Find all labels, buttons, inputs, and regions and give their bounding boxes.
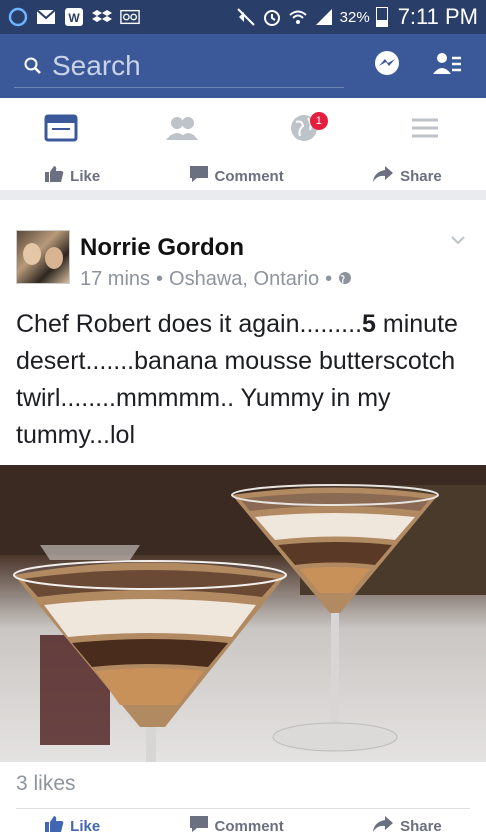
- tab-bar: 1: [0, 98, 486, 164]
- share-button[interactable]: Share: [372, 165, 442, 187]
- comment-icon: [189, 165, 209, 187]
- mail-icon: [36, 7, 56, 27]
- like-button[interactable]: Like: [44, 165, 100, 187]
- search-bar: Search: [0, 34, 486, 98]
- tab-notifications[interactable]: 1: [274, 106, 334, 156]
- comment-button[interactable]: Comment: [189, 165, 284, 187]
- voicemail-icon: [120, 7, 140, 27]
- thumbs-up-icon: [44, 165, 64, 187]
- wifi-icon: [288, 7, 308, 27]
- friend-requests-icon[interactable]: [432, 50, 462, 83]
- share-icon: [372, 815, 394, 837]
- dropbox-icon: [92, 7, 112, 27]
- signal-icon: [314, 7, 334, 27]
- battery-percent: 32%: [339, 8, 370, 26]
- news-feed-icon: [44, 114, 78, 147]
- avatar[interactable]: [16, 230, 70, 284]
- tab-news-feed[interactable]: [31, 106, 91, 156]
- post-location[interactable]: Oshawa, Ontario: [169, 268, 319, 291]
- share-icon: [372, 165, 394, 187]
- friends-icon: [165, 115, 199, 146]
- like-button[interactable]: Like: [44, 814, 100, 838]
- thumbs-up-icon: [44, 815, 64, 837]
- chevron-down-icon[interactable]: [450, 232, 466, 250]
- post-header: Norrie Gordon 17 mins • Oshawa, Ontario …: [16, 230, 352, 291]
- nfc-mute-icon: [236, 7, 256, 27]
- dessert-image: [0, 465, 486, 762]
- divider: [16, 808, 470, 809]
- post-text-emphasis: 5: [362, 310, 376, 338]
- post-actions: Like Comment Share: [0, 814, 486, 838]
- like-label: Like: [70, 817, 101, 835]
- post-text-part: Chef Robert does it again.........: [16, 310, 363, 338]
- search-icon: [24, 50, 42, 82]
- alarm-icon: [262, 7, 282, 27]
- comment-label: Comment: [214, 167, 284, 185]
- post-meta: 17 mins • Oshawa, Ontario •: [80, 268, 352, 291]
- post-text: Chef Robert does it again.........5 minu…: [16, 306, 471, 454]
- feed-post: Norrie Gordon 17 mins • Oshawa, Ontario …: [0, 200, 486, 838]
- battery-icon: [375, 7, 388, 27]
- previous-post-actions: Like Comment Share: [0, 162, 486, 190]
- public-globe-icon: [338, 268, 352, 291]
- post-author[interactable]: Norrie Gordon: [80, 234, 352, 262]
- meta-separator: •: [156, 268, 164, 290]
- status-bar: W 32% 7:11 PM: [0, 0, 486, 34]
- notification-badge: 1: [309, 111, 328, 130]
- svg-text:W: W: [68, 11, 80, 25]
- app-icon: [8, 7, 28, 27]
- comment-button[interactable]: Comment: [189, 814, 284, 838]
- meta-separator: •: [325, 268, 333, 290]
- likes-count[interactable]: 3 likes: [16, 772, 76, 796]
- comment-label: Comment: [214, 817, 284, 835]
- menu-icon: [410, 116, 440, 145]
- clock: 7:11 PM: [397, 4, 478, 29]
- share-label: Share: [400, 167, 442, 185]
- share-label: Share: [400, 817, 442, 835]
- search-input[interactable]: Search: [14, 44, 344, 88]
- like-label: Like: [70, 167, 101, 185]
- search-placeholder: Search: [52, 49, 141, 81]
- share-button[interactable]: Share: [372, 814, 442, 838]
- word-icon: W: [64, 7, 84, 27]
- tab-menu[interactable]: [395, 106, 455, 156]
- messenger-icon[interactable]: [372, 49, 402, 84]
- comment-icon: [189, 815, 209, 837]
- post-photo[interactable]: [0, 465, 486, 762]
- tab-friends[interactable]: [152, 106, 212, 156]
- post-time[interactable]: 17 mins: [80, 268, 150, 291]
